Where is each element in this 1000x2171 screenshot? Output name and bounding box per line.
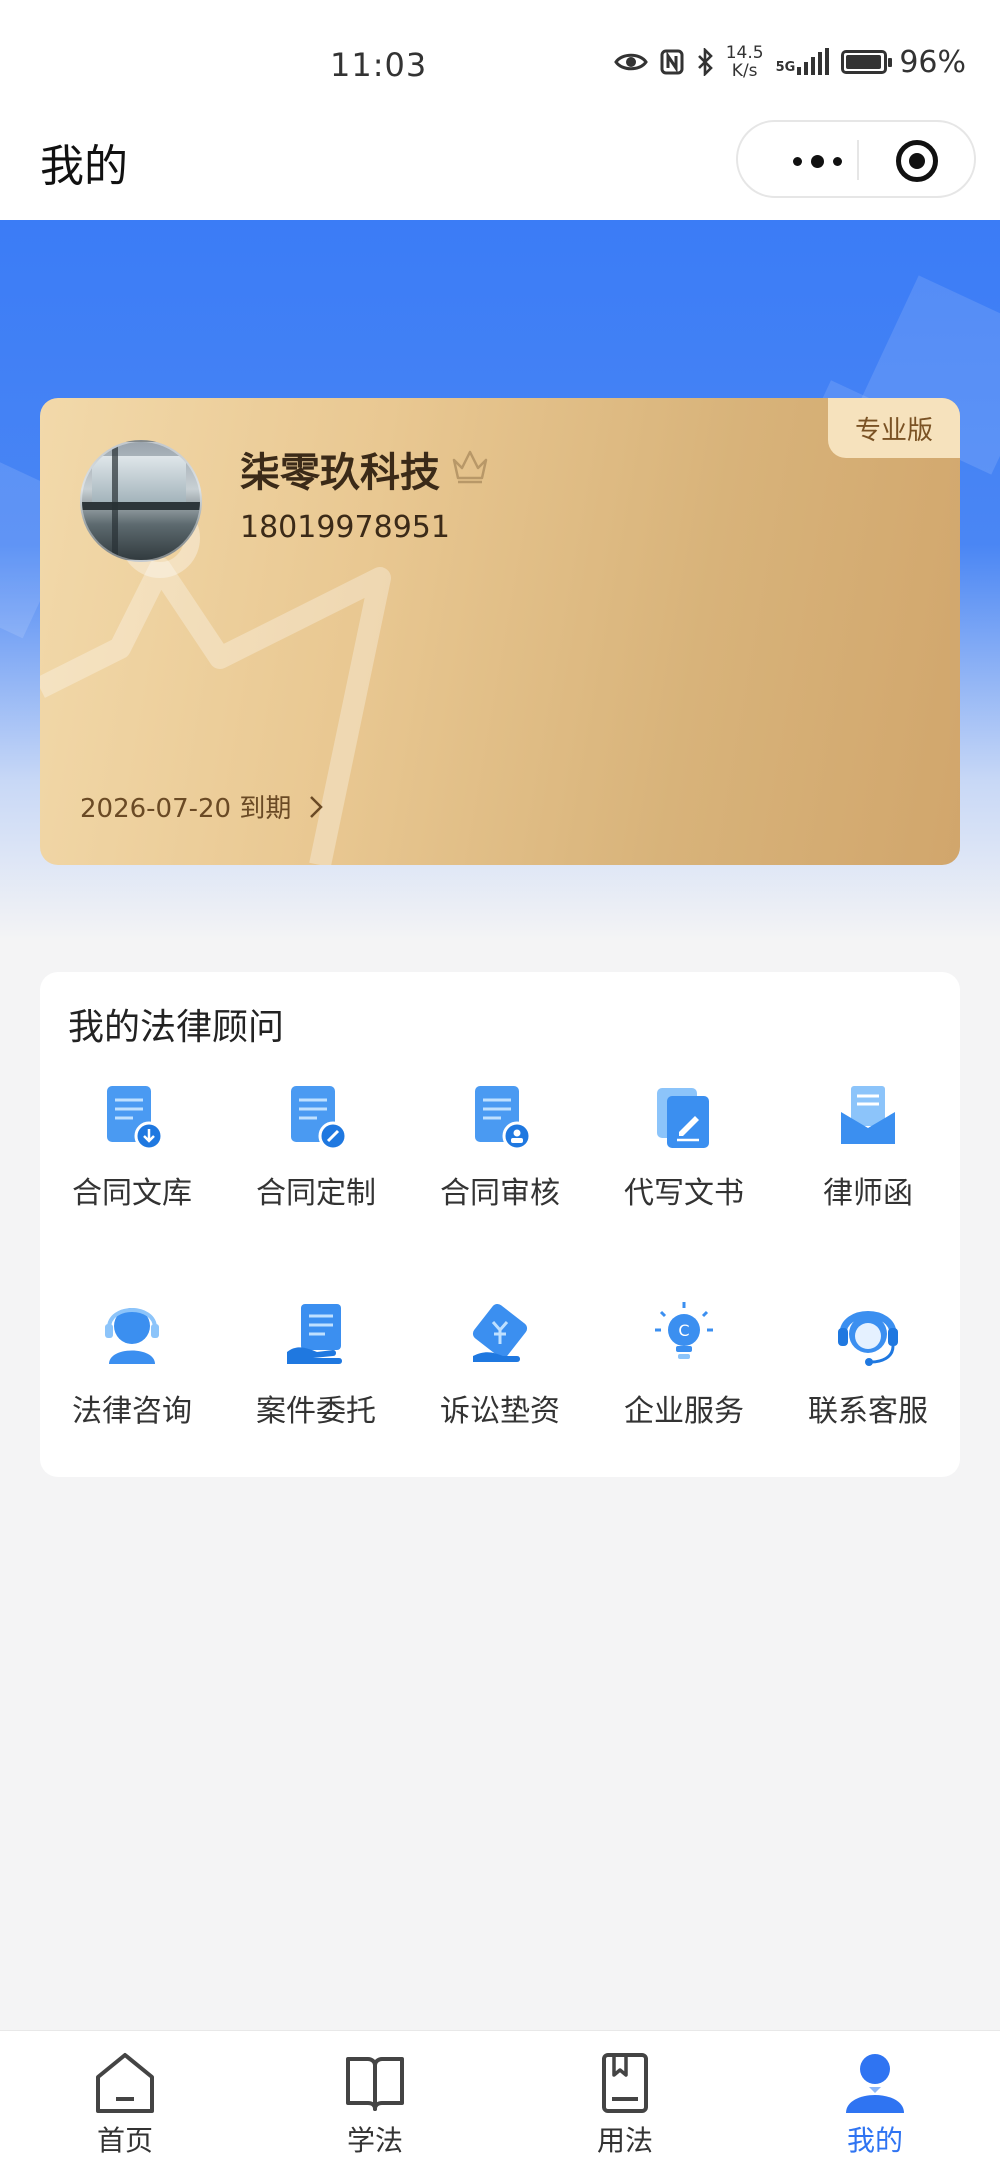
close-mini-program-button[interactable]: [896, 140, 938, 182]
service-label: 律师函: [823, 1176, 913, 1211]
company-name: 柒零玖科技: [240, 450, 440, 496]
battery-percent: 96%: [899, 44, 966, 80]
contract-library-icon: [107, 1086, 164, 1151]
cellular-signal: 5G: [775, 48, 830, 75]
legal-advisor-panel: 我的法律顾问 合同文库 合同定制 合同审核 代写文书 律师函 法律咨询 案件委托…: [40, 972, 960, 1477]
service-label: 合同审核: [440, 1176, 560, 1211]
handbook-icon: [602, 2053, 648, 2113]
membership-card[interactable]: 专业版 柒零玖科技 18019978951 2026-07-20 到期: [40, 398, 960, 865]
service-label: 合同文库: [72, 1176, 192, 1211]
chevron-right-icon: [310, 795, 324, 818]
service-enterprise[interactable]: C 企业服务: [592, 1300, 776, 1518]
home-icon: [96, 2053, 154, 2113]
tab-learn-law[interactable]: 学法: [250, 2031, 500, 2171]
tab-label: 首页: [96, 2124, 153, 2157]
tab-use-law[interactable]: 用法: [500, 2031, 750, 2171]
svg-text:C: C: [678, 1321, 689, 1340]
phone-number: 18019978951: [240, 510, 450, 545]
contract-review-icon: [475, 1086, 532, 1151]
tab-label: 用法: [596, 2124, 653, 2157]
enterprise-service-icon: C: [655, 1302, 713, 1359]
service-contract-review[interactable]: 合同审核: [408, 1082, 592, 1300]
service-legal-consult[interactable]: 法律咨询: [40, 1300, 224, 1518]
edition-badge: 专业版: [828, 398, 960, 458]
network-speed-unit: K/s: [731, 61, 758, 81]
nav-bar: 我的: [0, 90, 1000, 220]
tab-label: 我的: [846, 2124, 903, 2157]
capsule-divider: [857, 140, 859, 180]
battery-fill: [846, 55, 881, 69]
user-icon: [846, 2054, 904, 2113]
tab-mine[interactable]: 我的: [750, 2031, 1000, 2171]
service-label: 企业服务: [624, 1394, 744, 1429]
service-contract-custom[interactable]: 合同定制: [224, 1082, 408, 1300]
profile-page: 11:03 14.5 K/s 5G 96% 我的 专业版 柒零玖科技 18019…: [0, 0, 1000, 2171]
tab-label: 学法: [346, 2124, 403, 2157]
network-speed-value: 14.5: [725, 43, 764, 63]
service-customer-support[interactable]: 联系客服: [776, 1300, 960, 1518]
service-label: 案件委托: [256, 1394, 376, 1429]
mini-program-capsule: [736, 120, 976, 198]
lawyer-letter-icon: [841, 1086, 895, 1144]
battery-icon: [841, 50, 893, 74]
avatar[interactable]: [80, 440, 202, 562]
more-menu-button[interactable]: [772, 146, 862, 176]
status-time: 11:03: [330, 46, 428, 84]
tab-bar: 首页 学法 用法 我的: [0, 2030, 1000, 2171]
customer-service-icon: [838, 1311, 898, 1366]
network-speed: 14.5 K/s: [726, 44, 764, 80]
status-icons: 14.5 K/s 5G 96%: [613, 44, 966, 80]
case-entrust-icon: [287, 1304, 342, 1364]
service-label: 法律咨询: [72, 1394, 192, 1429]
service-contract-library[interactable]: 合同文库: [40, 1082, 224, 1300]
nfc-icon: [660, 49, 684, 75]
crown-icon: [452, 450, 488, 484]
document-drafting-icon: [657, 1088, 709, 1148]
service-case-entrust[interactable]: 案件委托: [224, 1300, 408, 1518]
network-type: 5G: [775, 60, 796, 75]
service-label: 联系客服: [808, 1394, 928, 1429]
contract-custom-icon: [291, 1086, 348, 1151]
service-label: 合同定制: [256, 1176, 376, 1211]
panel-title: 我的法律顾问: [68, 1007, 285, 1048]
legal-consult-icon: [105, 1308, 159, 1364]
book-open-icon: [346, 2057, 404, 2111]
service-litigation-funding[interactable]: 诉讼垫资: [408, 1300, 592, 1518]
expiry-link[interactable]: 2026-07-20 到期: [80, 788, 324, 825]
service-label: 诉讼垫资: [440, 1394, 560, 1429]
service-grid: 合同文库 合同定制 合同审核 代写文书 律师函 法律咨询 案件委托 诉讼垫资 C…: [40, 1082, 960, 1518]
litigation-funding-icon: [472, 1303, 528, 1362]
page-title: 我的: [40, 141, 128, 192]
bluetooth-icon: [697, 48, 713, 76]
tab-home[interactable]: 首页: [0, 2031, 250, 2171]
signal-bars-icon: [797, 48, 830, 75]
eye-icon: [613, 53, 648, 71]
service-label: 代写文书: [624, 1176, 744, 1211]
service-lawyer-letter[interactable]: 律师函: [776, 1082, 960, 1300]
expiry-date: 2026-07-20 到期: [80, 794, 292, 824]
service-document-drafting[interactable]: 代写文书: [592, 1082, 776, 1300]
